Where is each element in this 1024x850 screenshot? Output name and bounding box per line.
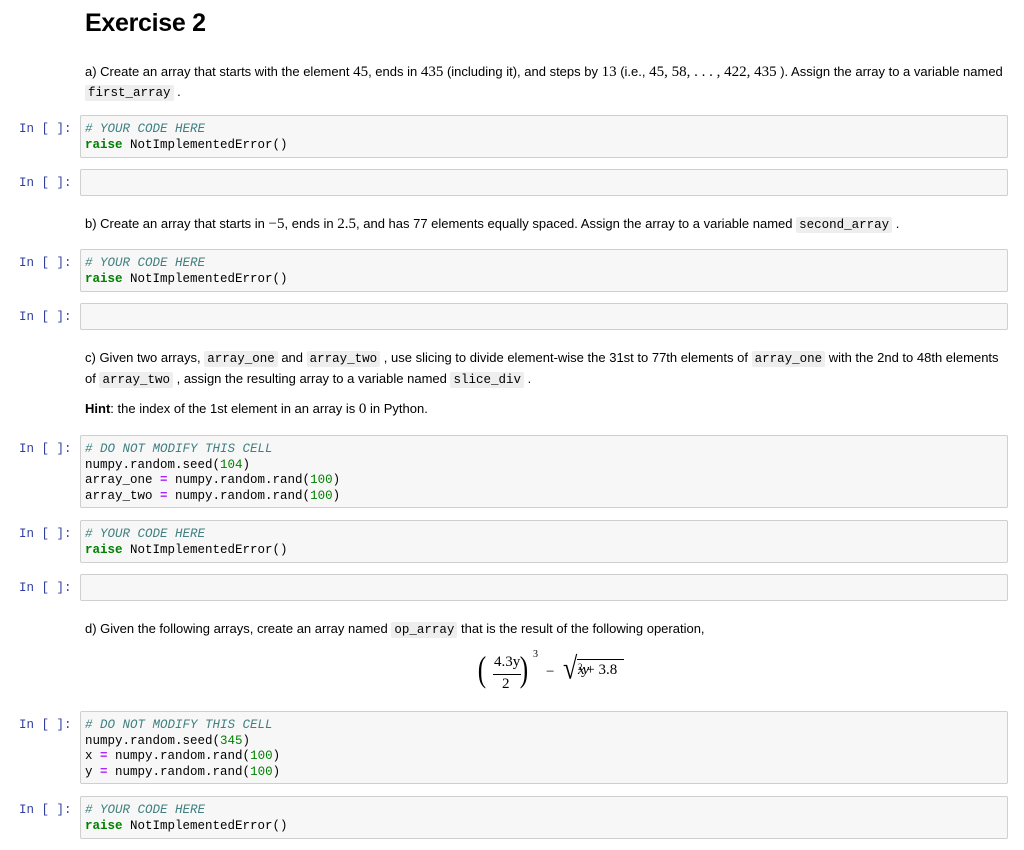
exercise-title: Exercise 2 <box>85 9 206 37</box>
inline-code: array_two <box>306 351 381 367</box>
inline-code: slice_div <box>450 372 524 388</box>
radicand: x2 + 3.8 y <box>578 662 618 678</box>
sqrt-icon: √ <box>563 651 578 686</box>
cell-prompt: In [ ]: <box>19 527 72 541</box>
fraction-bar <box>493 674 521 675</box>
cell-prompt: In [ ]: <box>19 176 72 190</box>
code-input[interactable] <box>80 169 1008 196</box>
math-formula: ( 4.3y 2 ) 3 − √ x2 + 3.8 y <box>476 649 656 696</box>
code-input[interactable] <box>80 574 1008 601</box>
empty-code-cell: In [ ]: <box>0 169 1008 196</box>
cell-prompt: In [ ]: <box>19 718 72 732</box>
cell-prompt: In [ ]: <box>19 803 72 817</box>
inline-code: array_one <box>204 351 278 367</box>
inline-code: op_array <box>391 622 458 638</box>
code-input[interactable]: # YOUR CODE HERE raise NotImplementedErr… <box>80 520 1008 563</box>
code-input[interactable]: # DO NOT MODIFY THIS CELL numpy.random.s… <box>80 711 1008 784</box>
code-input[interactable]: # YOUR CODE HERE raise NotImplementedErr… <box>80 115 1008 158</box>
cell-prompt: In [ ]: <box>19 122 72 136</box>
code-input[interactable]: # DO NOT MODIFY THIS CELL numpy.random.s… <box>80 435 1008 508</box>
inline-code: array_one <box>751 351 826 367</box>
sqrt-bar <box>577 659 624 660</box>
part-a-text: a) Create an array that starts with the … <box>85 64 1003 101</box>
code-cell: In [ ]: # YOUR CODE HERE raise NotImplem… <box>0 115 1008 158</box>
inline-code: second_array <box>796 217 893 233</box>
cell-prompt: In [ ]: <box>19 581 72 595</box>
part-b-text: b) Create an array that starts in −5, en… <box>85 216 900 233</box>
code-input[interactable] <box>80 303 1008 330</box>
code-input[interactable]: # YOUR CODE HERE raise NotImplementedErr… <box>80 249 1008 292</box>
cell-prompt: In [ ]: <box>19 310 72 324</box>
setup-code-cell: In [ ]: # DO NOT MODIFY THIS CELL numpy.… <box>0 711 1008 784</box>
code-cell: In [ ]: # YOUR CODE HERE raise NotImplem… <box>0 249 1008 292</box>
right-paren: ) <box>519 649 529 689</box>
code-cell: In [ ]: # YOUR CODE HERE raise NotImplem… <box>0 520 1008 563</box>
inline-code: first_array <box>85 85 174 101</box>
part-c-text: c) Given two arrays, array_one and array… <box>85 350 999 388</box>
left-paren: ( <box>477 649 487 689</box>
inline-code: array_two <box>99 372 173 388</box>
code-input[interactable]: # YOUR CODE HERE raise NotImplementedErr… <box>80 796 1008 839</box>
setup-code-cell: In [ ]: # DO NOT MODIFY THIS CELL numpy.… <box>0 435 1008 508</box>
empty-code-cell: In [ ]: <box>0 574 1008 601</box>
hint-text: Hint: the index of the 1st element in an… <box>85 401 428 417</box>
empty-code-cell: In [ ]: <box>0 303 1008 330</box>
cell-prompt: In [ ]: <box>19 256 72 270</box>
code-cell: In [ ]: # YOUR CODE HERE raise NotImplem… <box>0 796 1008 839</box>
cell-prompt: In [ ]: <box>19 442 72 456</box>
part-d-text: d) Given the following arrays, create an… <box>85 621 705 638</box>
